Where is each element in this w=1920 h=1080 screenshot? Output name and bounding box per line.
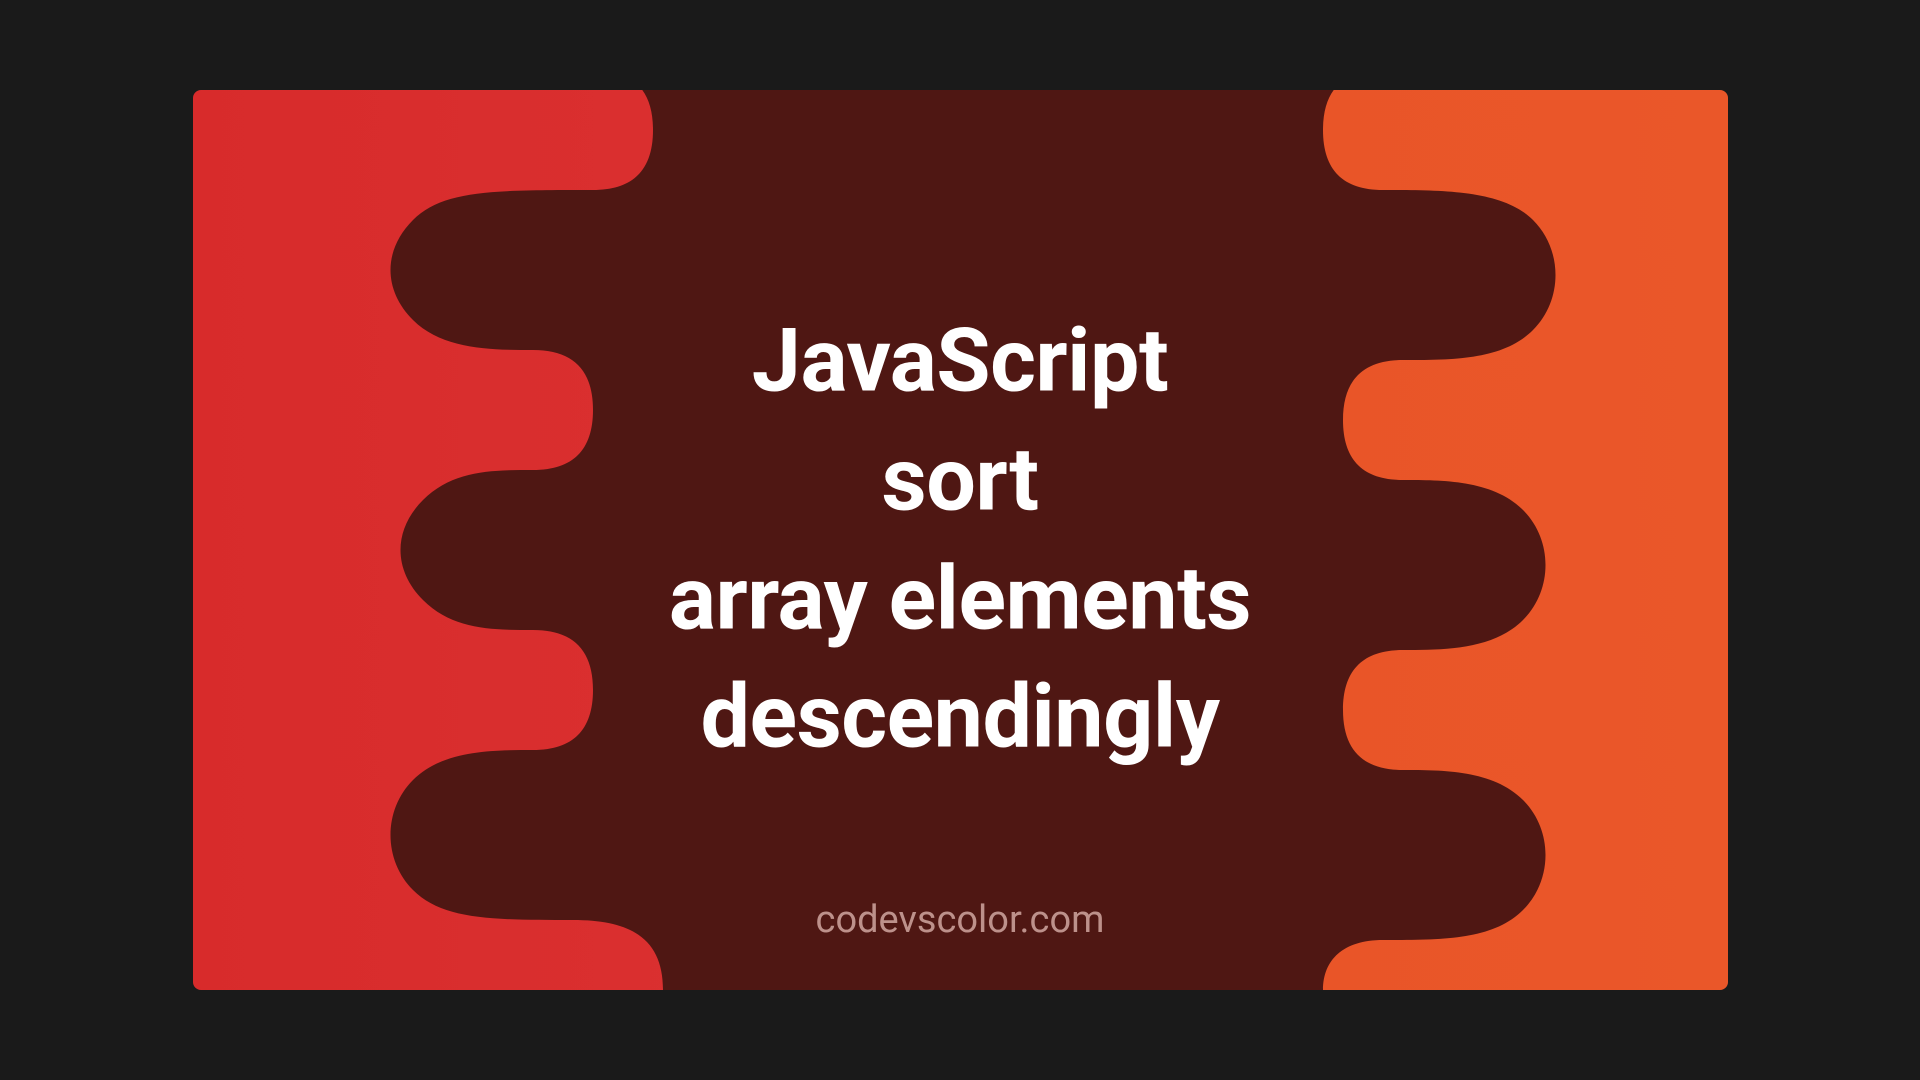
title-line-2: sort xyxy=(881,428,1038,531)
title-line-4: descendingly xyxy=(701,666,1220,769)
title-line-3: array elements xyxy=(669,547,1251,650)
footer-attribution: codevscolor.com xyxy=(816,898,1105,942)
main-title: JavaScript sort array elements descendin… xyxy=(293,302,1628,777)
promo-card: JavaScript sort array elements descendin… xyxy=(193,90,1728,990)
title-line-1: JavaScript xyxy=(752,309,1168,412)
content-area: JavaScript sort array elements descendin… xyxy=(193,302,1728,777)
